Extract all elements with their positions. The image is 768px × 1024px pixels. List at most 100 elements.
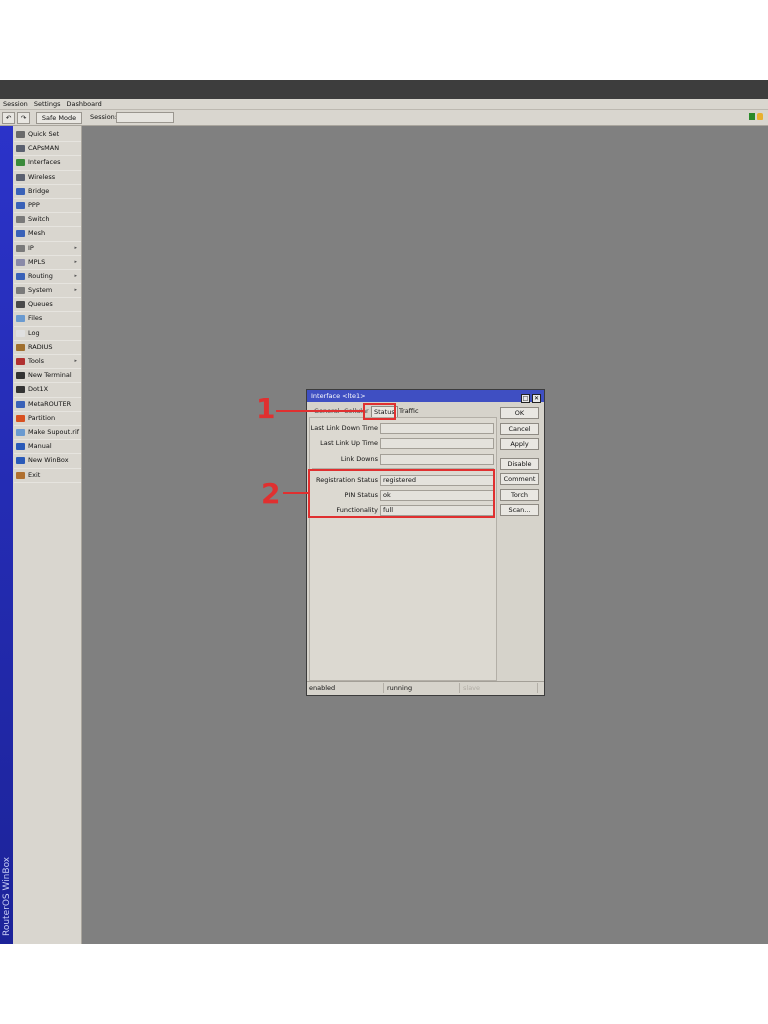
dialog-title: Interface <lte1>: [311, 392, 366, 400]
annotation-box-status-tab: [363, 403, 396, 420]
sidebar-item-tools[interactable]: Tools ▸: [14, 355, 81, 370]
tab-traffic[interactable]: Traffic: [397, 406, 421, 416]
submenu-arrow-icon: ▸: [74, 272, 77, 279]
submenu-arrow-icon: ▸: [74, 358, 77, 364]
status-running: running: [385, 683, 460, 693]
annotation-pointer-1: [276, 410, 363, 412]
sidebar-item-label: MetaROUTER: [28, 399, 72, 408]
sidebar-item-label: Routing: [28, 271, 53, 280]
link-downs-label: Link Downs: [340, 455, 378, 463]
sidebar-item-new-winbox[interactable]: New WinBox: [14, 454, 81, 469]
sidebar-item-files[interactable]: Files: [14, 312, 81, 327]
menubar: Session Settings Dashboard: [0, 99, 768, 110]
cancel-button[interactable]: Cancel: [500, 423, 539, 435]
interfaces-icon: [16, 159, 25, 167]
sidebar-item-metarouter[interactable]: MetaROUTER: [14, 398, 81, 412]
sidebar-item-log[interactable]: Log: [14, 327, 81, 341]
menu-dashboard[interactable]: Dashboard: [63, 99, 104, 109]
sidebar-item-label: New WinBox: [28, 456, 69, 465]
sidebar-item-dot1x[interactable]: Dot1X: [14, 383, 81, 398]
sidebar-item-label: Wireless: [28, 172, 56, 181]
window-titlebar: [0, 80, 768, 99]
switch-icon: [16, 216, 25, 224]
sidebar-item-label: Mesh: [28, 229, 46, 238]
sidebar-item-switch[interactable]: Switch: [14, 213, 81, 228]
brand-strip: RouterOS WinBox: [0, 126, 13, 944]
sidebar-item-quick-set[interactable]: Quick Set: [14, 128, 81, 143]
sidebar: RouterOS WinBox Quick Set CAPsMAN Interfac…: [0, 126, 82, 944]
sidebar-item-label: Manual: [28, 442, 52, 451]
close-icon[interactable]: ✕: [532, 394, 541, 403]
sidebar-item-radius[interactable]: RADIUS: [14, 341, 81, 355]
status-slave: slave: [461, 683, 538, 693]
link-downs-field: [380, 454, 494, 465]
radius-icon: [16, 343, 25, 351]
sidebar-item-interfaces[interactable]: Interfaces: [14, 156, 81, 171]
sidebar-item-partition[interactable]: Partition: [14, 412, 81, 426]
annotation-number-2: 2: [261, 477, 281, 510]
dialog-titlebar[interactable]: Interface <lte1> □ ✕: [307, 390, 544, 403]
files-icon: [16, 315, 25, 323]
sidebar-item-label: Bridge: [28, 186, 50, 195]
manual-icon: [16, 443, 25, 451]
sidebar-item-label: New Terminal: [28, 371, 72, 380]
sidebar-item-ip[interactable]: IP ▸: [14, 242, 81, 256]
disable-button[interactable]: Disable: [500, 458, 539, 470]
session-field[interactable]: [116, 112, 174, 123]
sidebar-item-new-terminal[interactable]: New Terminal: [14, 369, 81, 384]
sidebar-item-label: Files: [28, 314, 43, 323]
sidebar-item-label: Quick Set: [28, 130, 60, 138]
ip-icon: [16, 244, 25, 252]
supout-icon: [16, 428, 25, 436]
scan-button[interactable]: Scan...: [500, 504, 539, 516]
sidebar-item-mesh[interactable]: Mesh: [14, 227, 81, 242]
sidebar-item-label: Make Supout.rif: [28, 427, 80, 436]
antenna-icon: [16, 145, 25, 153]
quickset-icon: [16, 131, 25, 138]
sidebar-item-bridge[interactable]: Bridge: [14, 185, 81, 199]
sidebar-item-routing[interactable]: Routing ▸: [14, 270, 81, 285]
redo-button[interactable]: ↷: [17, 112, 30, 124]
sidebar-item-manual[interactable]: Manual: [14, 440, 81, 455]
dialog-statusbar: enabled running slave: [307, 681, 544, 694]
undo-button[interactable]: ↶: [2, 112, 15, 124]
apply-button[interactable]: Apply: [500, 438, 539, 450]
menu-settings[interactable]: Settings: [31, 99, 64, 109]
last-link-down-time-field: [380, 423, 494, 434]
brand-label: RouterOS WinBox: [2, 856, 12, 936]
undo-icon: ↶: [5, 114, 12, 122]
sidebar-item-label: MPLS: [28, 257, 46, 266]
sidebar-item-queues[interactable]: Queues: [14, 298, 81, 313]
metarouter-icon: [16, 400, 25, 408]
sidebar-item-capsman[interactable]: CAPsMAN: [14, 142, 81, 157]
submenu-arrow-icon: ▸: [74, 258, 77, 265]
ok-button[interactable]: OK: [500, 407, 539, 419]
status-enabled: enabled: [307, 683, 384, 693]
maximize-icon[interactable]: □: [521, 394, 530, 403]
lock-icon: [757, 113, 763, 120]
dot1x-icon: [16, 386, 25, 394]
connection-status-icon: [749, 113, 755, 120]
sidebar-item-ppp[interactable]: PPP: [14, 199, 81, 214]
comment-button[interactable]: Comment: [500, 473, 539, 485]
partition-icon: [16, 414, 25, 422]
sidebar-item-mpls[interactable]: MPLS ▸: [14, 256, 81, 270]
menu-session[interactable]: Session: [0, 99, 31, 109]
sidebar-item-system[interactable]: System ▸: [14, 284, 81, 299]
sidebar-item-make-supout-rif[interactable]: Make Supout.rif: [14, 426, 81, 441]
sidebar-item-label: Exit: [28, 470, 41, 479]
system-icon: [16, 287, 25, 295]
sidebar-item-wireless[interactable]: Wireless: [14, 171, 81, 185]
torch-button[interactable]: Torch: [500, 489, 539, 501]
sidebar-item-label: Dot1X: [28, 385, 49, 394]
wireless-icon: [16, 173, 25, 181]
sidebar-item-exit[interactable]: Exit: [14, 469, 81, 483]
sidebar-item-label: CAPsMAN: [28, 144, 60, 153]
safe-mode-button[interactable]: Safe Mode: [36, 112, 82, 124]
submenu-arrow-icon: ▸: [74, 244, 77, 251]
status-panel: Last Link Down Time Last Link Up Time Li…: [309, 417, 497, 681]
sidebar-item-label: Queues: [28, 300, 53, 309]
sidebar-item-label: Log: [28, 328, 40, 337]
ppp-icon: [16, 201, 25, 209]
sidebar-item-label: Switch: [28, 215, 50, 224]
